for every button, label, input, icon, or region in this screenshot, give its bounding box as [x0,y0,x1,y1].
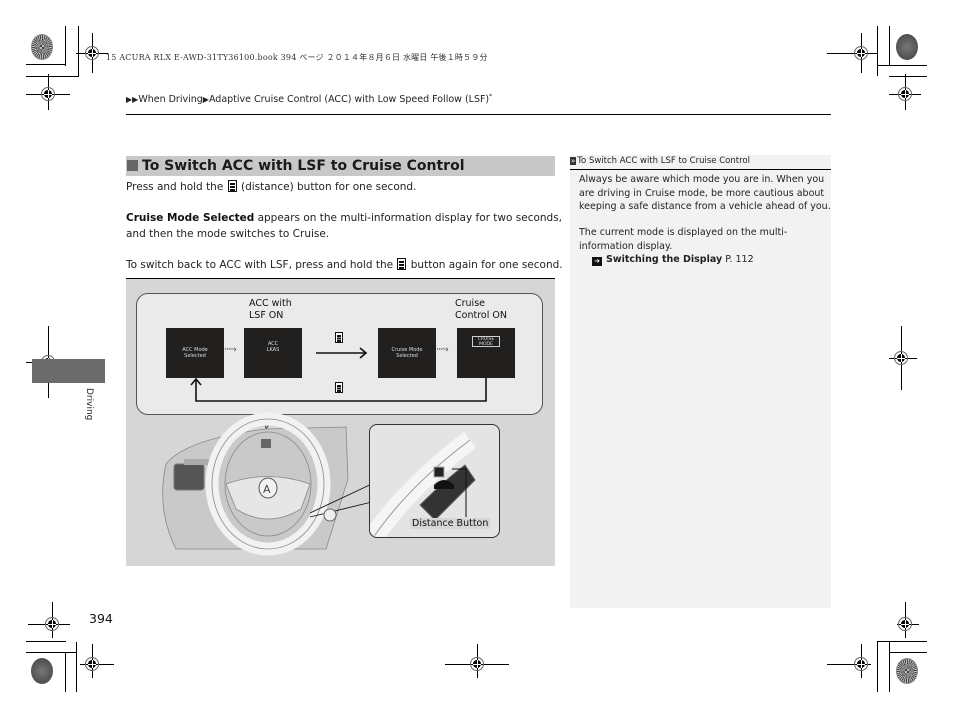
sidebar-para1-line2: are driving in Cruise mode, be more caut… [579,187,825,199]
paragraph-cruise-mode-line2: and then the mode switches to Cruise. [126,228,330,240]
crop-line [65,652,66,692]
crop-line [877,26,878,76]
print-job-line: 15 ACURA RLX E-AWD-31TY36100.book 394 ペー… [106,53,488,62]
section-title: To Switch ACC with LSF to Cruise Control [142,158,465,174]
breadcrumb-item-acc[interactable]: Adaptive Cruise Control (ACC) with Low S… [209,94,489,105]
chapter-tab[interactable] [32,359,105,383]
double-arrow-icon: » [570,157,577,165]
crop-line [877,641,927,642]
distance-button-icon [397,258,407,270]
color-registration-disc [896,658,918,684]
crop-line [65,26,66,66]
breadcrumb: ▶▶When Driving▶Adaptive Cruise Control (… [126,93,492,105]
distance-button-icon [227,180,237,192]
paragraph-press-and-hold: Press and hold the (distance) button for… [126,180,417,193]
crop-line [76,642,77,692]
sidebar-title: » To Switch ACC with LSF to Cruise Contro… [570,156,750,166]
svg-text:A: A [263,483,271,496]
crop-line [889,76,927,77]
crop-line [877,65,927,66]
crop-line [26,64,66,65]
crop-line [78,26,79,76]
sidebar-para1-line1: Always be aware which mode you are in. W… [579,174,825,185]
section-heading: To Switch ACC with LSF to Cruise Control [126,156,555,176]
crop-line [889,652,927,653]
color-registration-disc [31,34,53,60]
sidebar-rule [570,169,831,170]
paragraph-cruise-mode-selected: Cruise Mode Selected appears on the mult… [126,212,563,224]
section-square-icon [127,160,138,171]
crop-line [26,641,66,642]
crop-line [889,641,890,692]
crop-line [889,26,890,66]
crop-line [26,652,77,653]
forward-arrow-icon [316,347,368,359]
crop-line [877,642,878,692]
distance-button-icon [335,382,343,393]
steering-wheel-illustration: A [162,412,377,556]
sidebar-note-panel [570,155,831,608]
distance-switch-icon [433,466,445,478]
sidebar-para2-line2: information display. [579,240,673,252]
color-registration-disc [896,34,918,60]
distance-button-icon [335,332,343,343]
crop-line [26,76,79,77]
chapter-tab-label: Driving [84,388,94,421]
distance-button-callout: Distance Button [410,518,491,529]
sidebar-para2-line1: The current mode is displayed on the mul… [579,227,788,238]
header-rule [126,114,831,115]
sidebar-para1-line3: keeping a safe distance from a vehicle a… [579,201,831,212]
paragraph-switch-back: To switch back to ACC with LSF, press an… [126,258,563,271]
xref-switching-the-display[interactable]: ➔ Switching the Display P. 112 [592,253,754,267]
breadcrumb-arrow-icon: ▶▶ [126,95,139,105]
breadcrumb-asterisk: * [489,93,493,100]
page-number: 394 [89,611,113,626]
color-registration-disc [31,658,53,684]
breadcrumb-item-when-driving[interactable]: When Driving [138,94,202,105]
cross-reference-arrow-icon: ➔ [592,257,602,266]
